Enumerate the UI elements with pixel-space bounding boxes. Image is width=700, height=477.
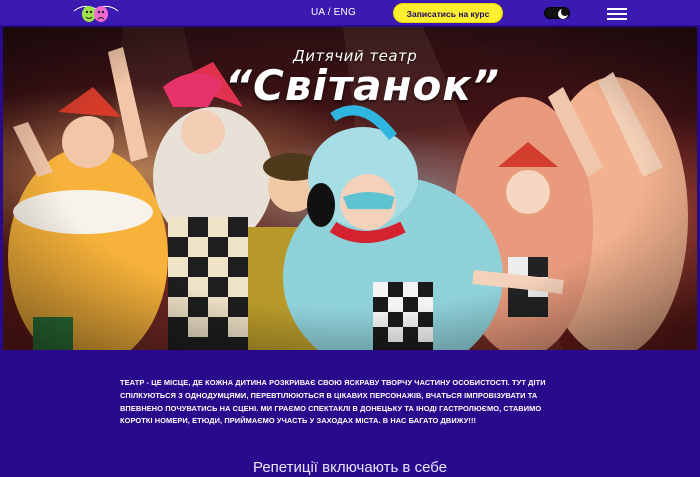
hero-banner: Дитячий театр “Світанок” (3, 27, 697, 350)
dark-mode-toggle[interactable] (544, 7, 570, 19)
section-title: Репетиції включають в себе (252, 459, 448, 476)
moon-icon (558, 8, 569, 19)
language-switch[interactable]: UA / ENG (311, 7, 356, 18)
about-paragraph: Театр - це місце, де кожна дитина розкри… (120, 378, 546, 426)
top-navigation: UA / ENG Записатись на курс (0, 0, 700, 27)
enroll-course-button[interactable]: Записатись на курс (393, 3, 503, 23)
theatre-masks-logo-icon[interactable] (72, 2, 120, 24)
menu-icon[interactable] (607, 8, 627, 20)
hero-title: “Світанок” (225, 61, 500, 110)
